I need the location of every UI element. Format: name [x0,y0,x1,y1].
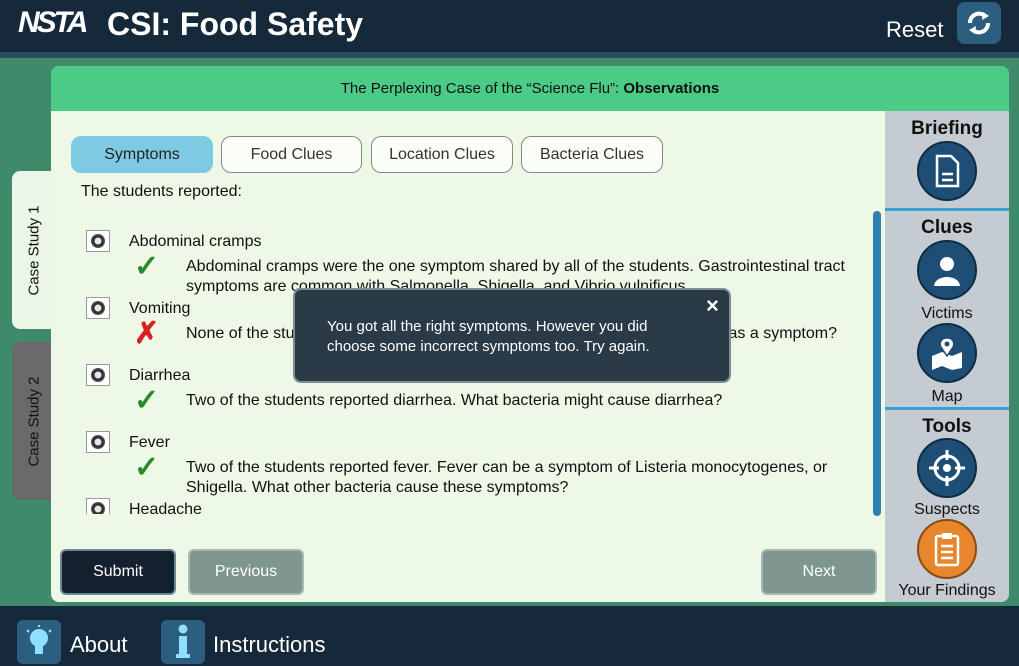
instructions-button[interactable] [161,620,205,664]
person-icon [934,257,960,286]
tab-case-study-2-label: Case Study 2 [25,375,43,467]
map-label: Map [931,388,963,405]
lightbulb-icon [26,625,52,654]
app-header: NSTA CSI: Food Safety Reset [0,0,1019,52]
next-button[interactable]: Next [763,551,875,593]
findings-label: Your Findings [898,582,996,599]
close-icon[interactable]: × [706,293,719,319]
right-sidebar: Briefing Clues Victims Map Tools Suspect… [885,111,1009,602]
sidebar-divider [885,407,1009,410]
app-footer: About Instructions [0,606,1019,666]
app-title: CSI: Food Safety [107,6,364,42]
about-button[interactable] [17,620,61,664]
briefing-button[interactable] [917,141,977,201]
nsta-logo: NSTA [18,6,88,39]
panel-title-prefix: The Perplexing Case of the “Science Flu”… [340,80,620,97]
symptom-feedback: Two of the students reported diarrhea. W… [186,392,723,409]
list-scrollbar[interactable] [873,211,881,516]
findings-button[interactable] [917,519,977,579]
reset-button[interactable] [957,2,1001,44]
cross-icon: ✗ [134,317,160,350]
panel-title: The Perplexing Case of the “Science Flu”… [51,66,1009,111]
refresh-icon [968,11,990,35]
checkmark-icon: ✓ [134,250,160,283]
briefing-heading: Briefing [911,118,983,139]
info-icon [176,624,190,658]
document-icon [935,154,960,188]
symptom-radio[interactable] [86,297,110,319]
victims-button[interactable] [917,240,977,300]
tab-case-study-1-label: Case Study 1 [25,204,43,296]
about-label[interactable]: About [70,632,128,658]
intro-text: The students reported: [81,183,242,200]
submit-button[interactable]: Submit [62,551,174,593]
checkmark-icon: ✓ [134,384,160,417]
clipboard-icon [934,533,960,567]
reset-label[interactable]: Reset [886,17,943,43]
clues-heading: Clues [921,217,973,238]
suspects-button[interactable] [917,438,977,498]
tab-bacteria-clues[interactable]: Bacteria Clues [521,136,663,173]
previous-button[interactable]: Previous [190,551,302,593]
symptom-radio[interactable] [86,498,110,514]
symptom-radio[interactable] [86,364,110,386]
symptom-feedback: Two of the students reported fever. Feve… [186,459,828,496]
sidebar-divider [885,208,1009,211]
symptom-radio[interactable] [86,230,110,252]
tab-symptoms[interactable]: Symptoms [71,136,213,173]
panel-title-section: Observations [623,80,720,97]
feedback-popup: You got all the right symptoms. However … [293,288,731,383]
tab-case-study-1[interactable]: Case Study 1 [12,171,56,329]
tab-case-study-2[interactable]: Case Study 2 [12,342,56,500]
suspects-label: Suspects [914,501,980,518]
symptom-label: Headache [129,501,202,514]
instructions-label[interactable]: Instructions [213,632,326,658]
tools-heading: Tools [922,416,972,437]
map-pin-icon [932,337,962,370]
map-button[interactable] [917,323,977,383]
popup-message: You got all the right symptoms. However … [327,318,650,355]
tab-location-clues[interactable]: Location Clues [371,136,513,173]
crosshair-icon [929,450,965,486]
tab-food-clues[interactable]: Food Clues [221,136,362,173]
symptom-radio[interactable] [86,431,110,453]
checkmark-icon: ✓ [134,451,160,484]
victims-label: Victims [921,305,973,322]
